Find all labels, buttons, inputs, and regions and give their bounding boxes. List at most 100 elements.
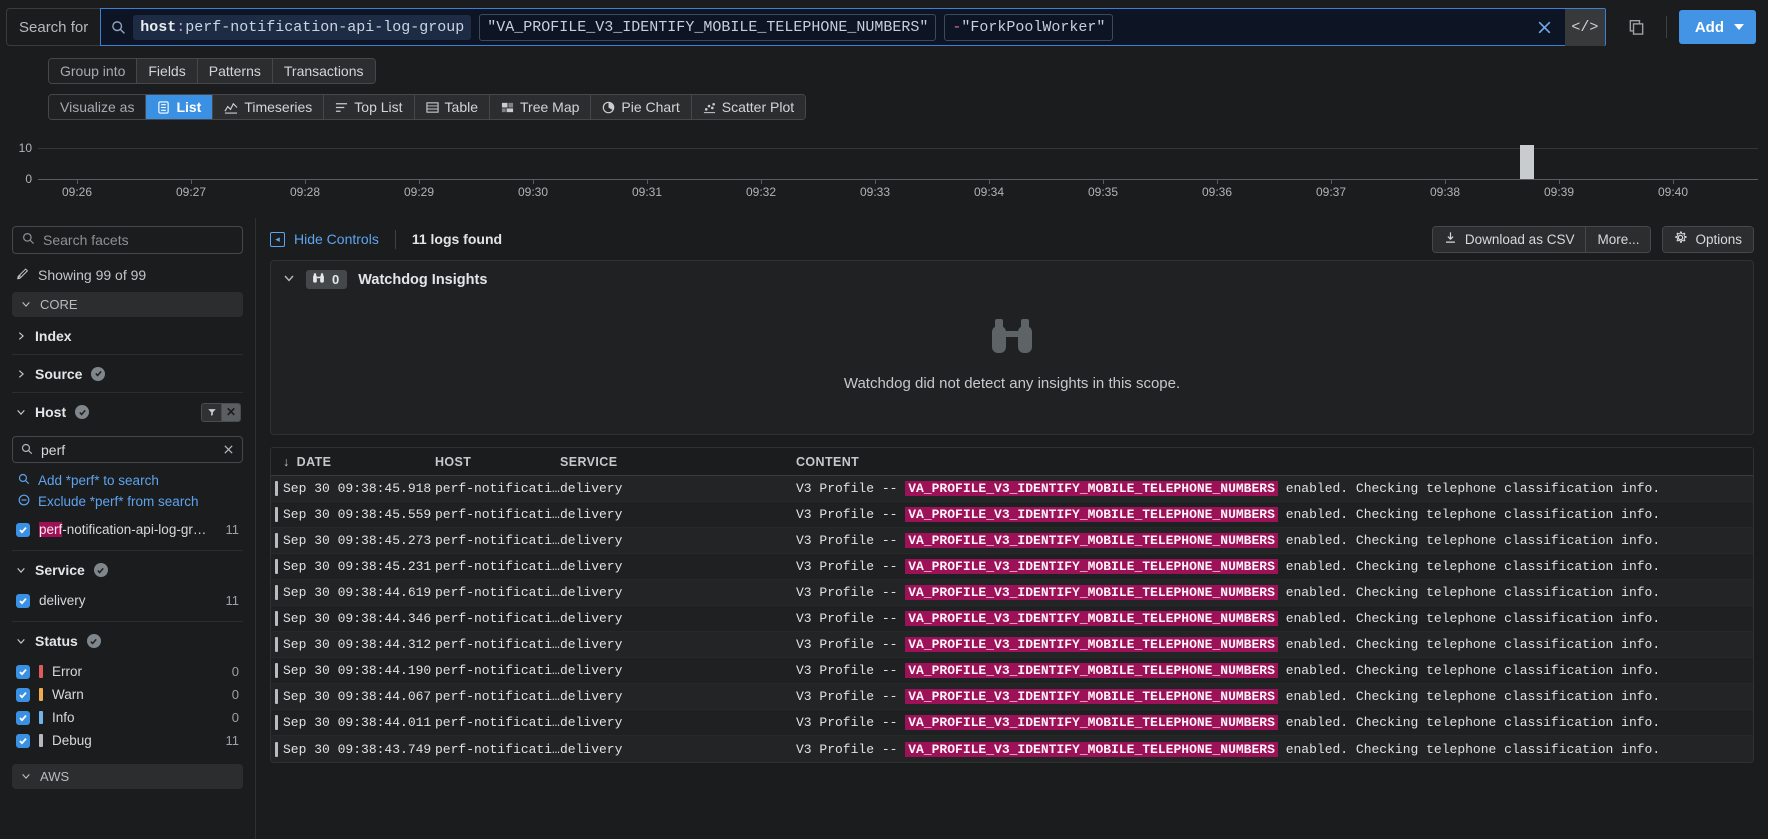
chevron-down-icon[interactable] [283, 271, 295, 289]
facet-section-aws[interactable]: AWS [12, 764, 243, 789]
visualize-timeseries[interactable]: Timeseries [212, 95, 324, 119]
visualize-tree-map[interactable]: Tree Map [489, 95, 591, 119]
table-row[interactable]: Sep 30 09:38:45.273perf-notification…del… [271, 528, 1753, 554]
query-token-host[interactable]: host:perf-notification-api-log-group [133, 14, 472, 40]
x-axis-line [38, 179, 1758, 180]
x-axis-label: 09:26 [61, 185, 93, 199]
cell-date: Sep 30 09:38:43.749 [283, 741, 432, 757]
facet-value-status-error[interactable]: Error 0 [12, 660, 243, 683]
log-table-header: ↓ DATE HOST SERVICE CONTENT [271, 448, 1753, 476]
column-header-host[interactable]: HOST [435, 455, 560, 469]
table-row[interactable]: Sep 30 09:38:44.619perf-notification…del… [271, 580, 1753, 606]
query-token-keyword[interactable]: "VA_PROFILE_V3_IDENTIFY_MOBILE_TELEPHONE… [479, 13, 937, 41]
checkbox-checked-icon[interactable] [16, 733, 30, 748]
chart-bar[interactable] [1520, 145, 1534, 179]
facet-checked-badge-icon [93, 563, 108, 577]
facet-value-status-info[interactable]: Info 0 [12, 706, 243, 729]
x-axis-label: 09:38 [1429, 185, 1461, 199]
table-row[interactable]: Sep 30 09:38:44.312perf-notification…del… [271, 632, 1753, 658]
facet-value-status-warn[interactable]: Warn 0 [12, 683, 243, 706]
download-csv-button[interactable]: Download as CSV [1432, 226, 1586, 252]
cell-content: V3 Profile -- VA_PROFILE_V3_IDENTIFY_MOB… [796, 741, 1753, 757]
x-axis-label: 09:39 [1543, 185, 1575, 199]
search-input[interactable]: host:perf-notification-api-log-group "VA… [100, 8, 1606, 46]
group-into-patterns[interactable]: Patterns [196, 59, 272, 83]
column-header-content[interactable]: CONTENT [796, 455, 1753, 469]
code-view-button[interactable]: </> [1564, 8, 1605, 46]
clear-facet-icon[interactable]: ✕ [221, 402, 241, 422]
visualize-list[interactable]: List [145, 95, 213, 119]
visualize-list-label: List [176, 99, 202, 115]
host-facet-filter-input[interactable]: perf [12, 436, 243, 463]
checkbox-checked-icon[interactable] [16, 664, 30, 679]
facet-group-service[interactable]: Service [12, 551, 243, 589]
options-button[interactable]: Options [1663, 226, 1753, 252]
watchdog-count: 0 [332, 272, 340, 287]
collapse-icon: ◂ [270, 231, 285, 247]
facet-value-rest: -notification-api-log-gr… [62, 522, 207, 537]
timeline-chart[interactable]: 10 0 09:26 09:27 09:28 09:29 09:30 09:31… [0, 130, 1768, 218]
visualize-scatter-plot[interactable]: Scatter Plot [690, 95, 806, 119]
cell-date: Sep 30 09:38:45.918 [283, 481, 432, 496]
visualize-top-list[interactable]: Top List [323, 95, 414, 119]
facet-group-status[interactable]: Status [12, 622, 243, 660]
table-row[interactable]: Sep 30 09:38:45.559perf-notification…del… [271, 502, 1753, 528]
cell-service: delivery [560, 507, 623, 522]
query-token-exclude[interactable]: -"ForkPoolWorker" [944, 13, 1114, 41]
content-keyword-highlight: VA_PROFILE_V3_IDENTIFY_MOBILE_TELEPHONE_… [905, 689, 1278, 704]
showing-count-row[interactable]: Showing 99 of 99 [12, 254, 243, 292]
facet-value-label: perf-notification-api-log-gr… [39, 522, 217, 537]
group-into-transactions[interactable]: Transactions [271, 59, 375, 83]
facet-group-host[interactable]: Host ✕ [12, 393, 243, 431]
table-row[interactable]: Sep 30 09:38:44.190perf-notification…del… [271, 658, 1753, 684]
table-row[interactable]: Sep 30 09:38:45.918perf-notification…del… [271, 476, 1753, 502]
visualize-table[interactable]: Table [413, 95, 489, 119]
table-row[interactable]: Sep 30 09:38:44.011perf-notification…del… [271, 710, 1753, 736]
add-to-search-link[interactable]: Add *perf* to search [12, 470, 243, 491]
hide-controls-button[interactable]: ◂ Hide Controls [270, 231, 379, 247]
facet-value-host[interactable]: perf-notification-api-log-gr… 11 [12, 518, 243, 541]
facet-value-status-debug[interactable]: Debug 11 [12, 729, 243, 752]
facet-group-label: Index [35, 327, 72, 344]
clear-search-icon[interactable] [1532, 14, 1558, 40]
table-row[interactable]: Sep 30 09:38:44.346perf-notification…del… [271, 606, 1753, 632]
facet-group-index[interactable]: Index [12, 317, 243, 355]
binoculars-icon [312, 272, 325, 287]
content-prefix: V3 Profile -- [796, 741, 906, 757]
filter-icon[interactable] [201, 402, 221, 422]
cell-date: Sep 30 09:38:44.011 [283, 715, 432, 730]
visualize-pie-chart[interactable]: Pie Chart [590, 95, 691, 119]
content-prefix: V3 Profile -- [796, 611, 906, 626]
clear-filter-icon[interactable] [223, 442, 234, 458]
gridline-10 [38, 148, 1758, 149]
checkbox-checked-icon[interactable] [16, 593, 30, 608]
facet-group-source[interactable]: Source [12, 355, 243, 393]
copy-icon[interactable] [1620, 8, 1654, 46]
checkbox-checked-icon[interactable] [16, 522, 30, 537]
log-rows-container: Sep 30 09:38:45.918perf-notification…del… [271, 476, 1753, 762]
content-suffix: enabled. Checking telephone classificati… [1277, 481, 1661, 496]
table-row[interactable]: Sep 30 09:38:44.067perf-notification…del… [271, 684, 1753, 710]
checkbox-checked-icon[interactable] [16, 710, 30, 725]
column-header-service[interactable]: SERVICE [560, 455, 796, 469]
content-keyword-highlight: VA_PROFILE_V3_IDENTIFY_MOBILE_TELEPHONE_… [905, 637, 1278, 652]
group-into-fields[interactable]: Fields [136, 59, 197, 83]
facet-value-count: 0 [231, 687, 239, 702]
add-button[interactable]: Add [1678, 10, 1756, 44]
more-button[interactable]: More... [1585, 226, 1651, 252]
checkbox-checked-icon[interactable] [16, 687, 30, 702]
table-row[interactable]: Sep 30 09:38:45.231perf-notification…del… [271, 554, 1753, 580]
search-bar: Search for host:perf-notification-api-lo… [0, 0, 1768, 54]
table-row[interactable]: Sep 30 09:38:43.749perf-notification…del… [271, 736, 1753, 762]
cell-date: Sep 30 09:38:44.190 [283, 663, 432, 678]
watchdog-header[interactable]: 0 Watchdog Insights [271, 261, 1753, 298]
token-value: perf-notification-api-log-group [185, 18, 465, 36]
chevron-down-icon [16, 633, 26, 649]
facet-value-service[interactable]: delivery 11 [12, 589, 243, 612]
facet-section-core[interactable]: CORE [12, 292, 243, 317]
column-header-date[interactable]: ↓ DATE [283, 455, 435, 469]
exclude-from-search-link[interactable]: Exclude *perf* from search [12, 491, 243, 512]
content-suffix: enabled. Checking telephone classificati… [1277, 533, 1661, 548]
facet-search-input[interactable]: Search facets [12, 226, 243, 254]
